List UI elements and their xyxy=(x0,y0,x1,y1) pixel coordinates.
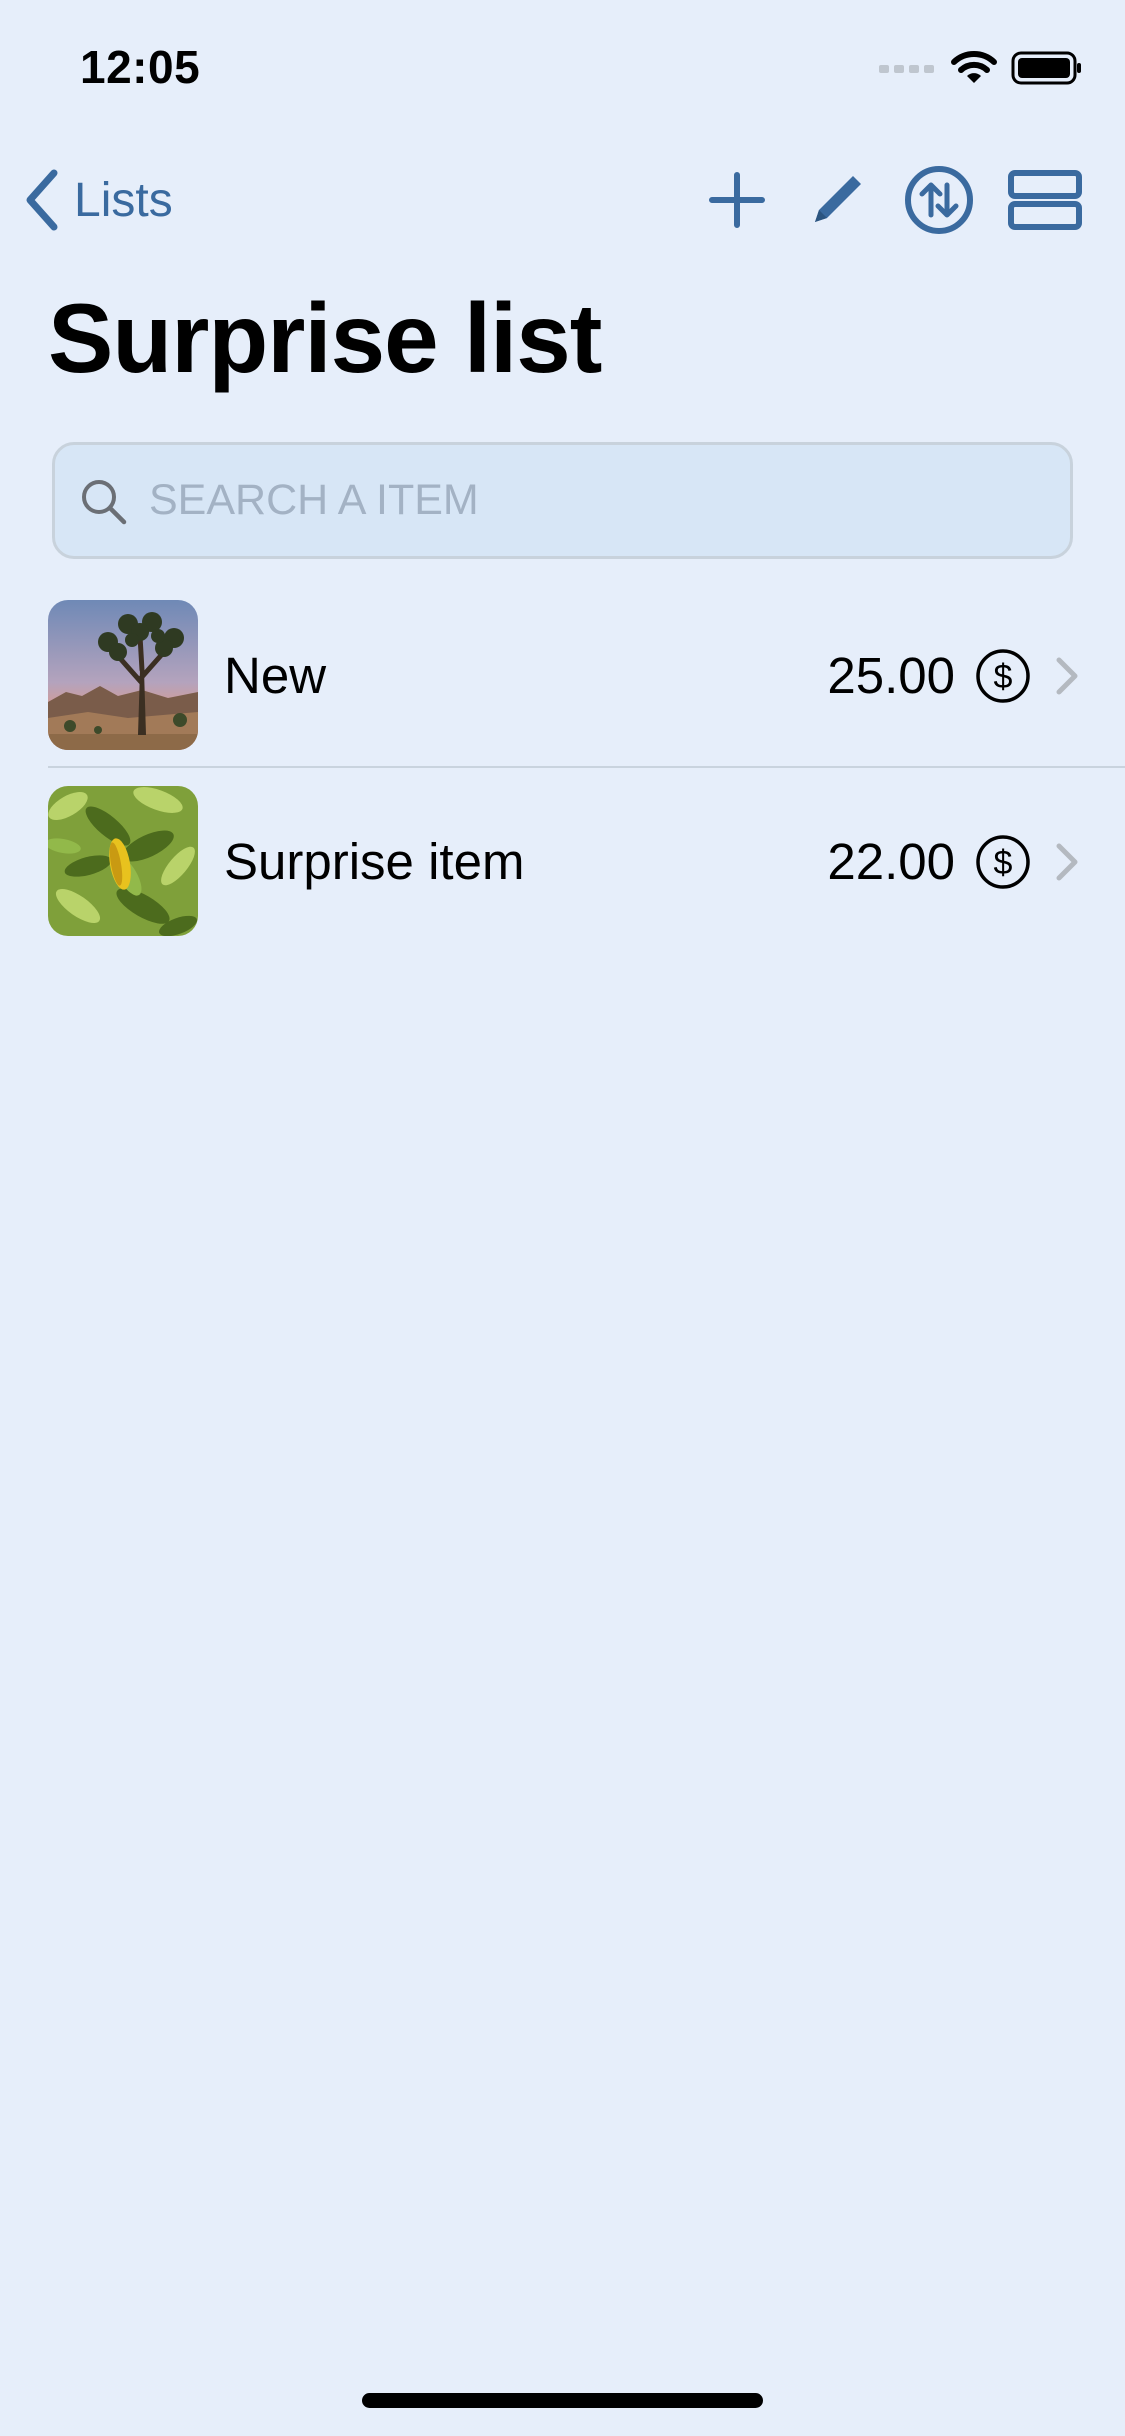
item-list: New 25.00 $ Surprise item 22.00 $ xyxy=(0,596,1125,968)
green-leaves-photo xyxy=(48,786,198,936)
add-item-button[interactable] xyxy=(697,160,777,240)
pencil-icon xyxy=(815,176,861,222)
search-input[interactable] xyxy=(149,445,1070,556)
search-icon xyxy=(82,479,127,524)
dollar-circle-icon: $ xyxy=(976,649,1030,703)
svg-text:$: $ xyxy=(994,844,1013,882)
edit-list-button[interactable] xyxy=(797,160,877,240)
chevron-left-icon xyxy=(26,169,58,231)
wifi-icon xyxy=(951,51,997,83)
status-bar: 12:05 xyxy=(0,0,1125,135)
sort-arrows-circle-icon xyxy=(905,166,973,234)
sort-button[interactable] xyxy=(899,160,979,240)
back-label: Lists xyxy=(74,173,173,227)
chevron-right-icon xyxy=(1056,657,1078,695)
cellular-signal-icon xyxy=(879,65,934,73)
item-thumbnail xyxy=(48,786,198,936)
svg-text:$: $ xyxy=(994,658,1013,696)
toolbar xyxy=(697,160,1085,240)
back-button[interactable]: Lists xyxy=(24,164,173,236)
layout-rows-icon xyxy=(1008,170,1082,230)
joshua-tree-photo xyxy=(48,600,198,750)
chevron-right-icon xyxy=(1056,843,1078,881)
list-item[interactable]: New 25.00 $ xyxy=(0,596,1125,782)
row-divider xyxy=(48,766,1125,768)
layout-toggle-button[interactable] xyxy=(1005,160,1085,240)
search-bar[interactable] xyxy=(52,442,1073,559)
item-thumbnail xyxy=(48,600,198,750)
plus-icon xyxy=(709,172,765,228)
status-icons xyxy=(879,48,1083,88)
list-item[interactable]: Surprise item 22.00 $ xyxy=(0,782,1125,968)
item-price: 25.00 xyxy=(827,647,955,704)
item-name: Surprise item xyxy=(224,833,525,890)
home-indicator[interactable] xyxy=(362,2393,763,2408)
battery-icon xyxy=(1011,51,1081,85)
item-name: New xyxy=(224,647,327,704)
status-time: 12:05 xyxy=(80,41,201,93)
screen: 12:05 Lists Surprise list SEARCH A ITEM … xyxy=(0,0,1125,2436)
item-price: 22.00 xyxy=(827,833,955,890)
dollar-circle-icon: $ xyxy=(976,835,1030,889)
page-title: Surprise list xyxy=(48,283,602,393)
navigation-bar: Lists xyxy=(0,150,1125,250)
